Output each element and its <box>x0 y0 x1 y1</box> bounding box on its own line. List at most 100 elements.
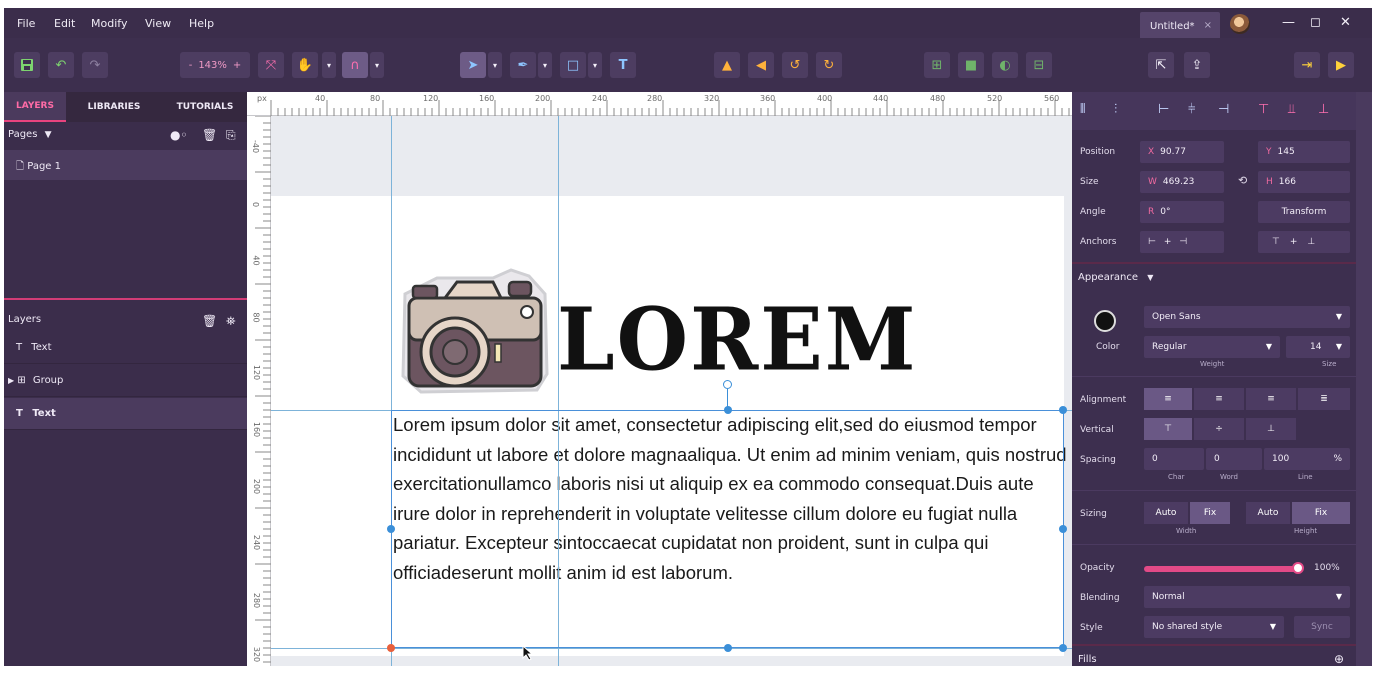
tab-tutorials[interactable]: TUTORIALS <box>164 92 246 122</box>
tab-libraries[interactable]: LIBRARIES <box>74 92 154 122</box>
resize-handle-bottom[interactable] <box>724 644 732 652</box>
align-top-icon[interactable]: ⊤ <box>1258 102 1269 117</box>
blending-select[interactable]: Normal ▼ <box>1144 586 1350 608</box>
text-tool-icon[interactable]: T <box>610 52 636 78</box>
line-spacing-field[interactable]: 100 % <box>1264 448 1350 470</box>
chevron-down-icon[interactable]: ▾ <box>370 52 384 78</box>
chevron-down-icon[interactable]: ▾ <box>538 52 552 78</box>
opacity-slider[interactable] <box>1144 566 1296 572</box>
color-swatch[interactable] <box>1094 310 1116 332</box>
chevron-down-icon[interactable]: ▾ <box>588 52 602 78</box>
zoom-in-button[interactable]: + <box>233 60 241 71</box>
resize-handle-right[interactable] <box>1059 525 1067 533</box>
fit-screen-icon[interactable]: ⤧ <box>258 52 284 78</box>
text-align-left-button[interactable]: ≡ <box>1144 388 1192 410</box>
hand-tool-icon[interactable]: ✋ <box>292 52 318 78</box>
trash-icon[interactable]: 🗑 <box>202 128 217 142</box>
document-tab[interactable]: Untitled* × <box>1140 12 1220 38</box>
chevron-right-icon[interactable]: ▶ <box>8 376 14 385</box>
add-page-icon[interactable]: ⎘ <box>226 128 236 143</box>
inspector-scrollbar[interactable] <box>1356 92 1372 666</box>
sync-button[interactable]: Sync <box>1294 616 1350 638</box>
export-file-icon[interactable]: ⇥ <box>1294 52 1320 78</box>
transform-button[interactable]: Transform <box>1258 201 1350 223</box>
group-icon[interactable]: ⊞ <box>924 52 950 78</box>
align-left-icon[interactable]: ⊢ <box>1158 102 1169 117</box>
tab-layers[interactable]: LAYERS <box>4 92 66 122</box>
rotate-handle[interactable] <box>723 380 732 389</box>
layer-options-icon[interactable]: ⛯ <box>226 314 236 329</box>
height-fix-button[interactable]: Fix <box>1292 502 1350 524</box>
text-align-right-button[interactable]: ≡ <box>1246 388 1296 410</box>
height-field[interactable]: H 166 <box>1258 171 1350 193</box>
chevron-down-icon[interactable]: ▼ <box>1147 273 1153 282</box>
appearance-header[interactable]: Appearance ▼ <box>1078 272 1153 283</box>
pen-tool-icon[interactable]: ✒ <box>510 52 536 78</box>
char-spacing-field[interactable]: 0 <box>1144 448 1204 470</box>
save-icon[interactable] <box>14 52 40 78</box>
flip-horizontal-icon[interactable]: ◀ <box>748 52 774 78</box>
minimize-button[interactable]: — <box>1282 15 1295 30</box>
resize-handle-bottom-left[interactable] <box>387 644 395 652</box>
avatar[interactable] <box>1230 14 1250 34</box>
preview-play-icon[interactable]: ▶ <box>1328 52 1354 78</box>
title-text[interactable]: LOREM <box>557 290 918 391</box>
align-bottom-icon[interactable]: ⊥ <box>1318 102 1329 117</box>
canvas[interactable]: px 40 80 120 160 200 240 280 320 360 400… <box>247 92 1072 666</box>
rotate-right-icon[interactable]: ↻ <box>816 52 842 78</box>
lock-ratio-icon[interactable]: ⟲ <box>1238 174 1247 187</box>
chevron-down-icon[interactable]: ▾ <box>488 52 502 78</box>
close-tab-icon[interactable]: × <box>1204 20 1212 31</box>
align-center-icon[interactable]: ⫩ <box>1188 102 1195 117</box>
font-size-select[interactable]: 14 ▼ <box>1286 336 1350 358</box>
undo-icon[interactable]: ↶ <box>48 52 74 78</box>
distribute-horizontal-icon[interactable]: ⫴ <box>1080 102 1085 117</box>
zoom-out-button[interactable]: - <box>189 60 193 71</box>
resize-handle-top[interactable] <box>724 406 732 414</box>
text-align-center-button[interactable]: ≡ <box>1194 388 1244 410</box>
angle-field[interactable]: R 0° <box>1140 201 1224 223</box>
menu-edit[interactable]: Edit <box>54 17 75 30</box>
menu-help[interactable]: Help <box>189 17 214 30</box>
resize-handle-top-right[interactable] <box>1059 406 1067 414</box>
toggle-icon[interactable]: ●◦ <box>170 128 188 142</box>
trash-icon[interactable]: 🗑 <box>202 314 217 328</box>
resize-handle-left[interactable] <box>387 525 395 533</box>
select-tool-icon[interactable]: ➤ <box>460 52 486 78</box>
width-field[interactable]: W 469.23 <box>1140 171 1224 193</box>
layer-item-text[interactable]: T Text <box>4 332 247 364</box>
text-align-justify-button[interactable]: ≣ <box>1298 388 1350 410</box>
menu-file[interactable]: File <box>17 17 35 30</box>
align-right-icon[interactable]: ⊣ <box>1218 102 1229 117</box>
ungroup-icon[interactable]: ⊟ <box>1026 52 1052 78</box>
export-icon[interactable]: ⇱ <box>1148 52 1174 78</box>
layer-item-group[interactable]: ▶ ⊞ Group <box>4 365 247 397</box>
anchors-vertical[interactable]: ⊤+⊥ <box>1258 231 1350 253</box>
font-weight-select[interactable]: Regular ▼ <box>1144 336 1280 358</box>
flip-vertical-icon[interactable]: ▲ <box>714 52 740 78</box>
height-auto-button[interactable]: Auto <box>1246 502 1290 524</box>
shared-style-select[interactable]: No shared style ▼ <box>1144 616 1284 638</box>
redo-icon[interactable]: ↷ <box>82 52 108 78</box>
position-x-field[interactable]: X 90.77 <box>1140 141 1224 163</box>
opacity-slider-knob[interactable] <box>1292 562 1304 574</box>
vertical-middle-button[interactable]: ÷ <box>1194 418 1244 440</box>
mask-icon[interactable]: ◐ <box>992 52 1018 78</box>
vertical-bottom-button[interactable]: ⊥ <box>1246 418 1296 440</box>
share-icon[interactable]: ⇪ <box>1184 52 1210 78</box>
word-spacing-field[interactable]: 0 <box>1206 448 1262 470</box>
add-fill-icon[interactable]: ⊕ <box>1334 652 1344 666</box>
boolean-union-icon[interactable]: ■ <box>958 52 984 78</box>
close-window-button[interactable]: ✕ <box>1340 15 1351 30</box>
vertical-top-button[interactable]: ⊤ <box>1144 418 1192 440</box>
font-family-select[interactable]: Open Sans ▼ <box>1144 306 1350 328</box>
distribute-vertical-icon[interactable]: ⫶ <box>1114 102 1117 117</box>
chevron-down-icon[interactable]: ▼ <box>45 130 52 140</box>
rotate-left-icon[interactable]: ↺ <box>782 52 808 78</box>
menu-view[interactable]: View <box>145 17 171 30</box>
zoom-control[interactable]: - 143% + <box>180 52 250 78</box>
rectangle-tool-icon[interactable]: □ <box>560 52 586 78</box>
layer-item-text-selected[interactable]: T Text <box>4 398 247 430</box>
chevron-down-icon[interactable]: ▾ <box>322 52 336 78</box>
page-item[interactable]: 🗋 Page 1 <box>4 150 247 180</box>
